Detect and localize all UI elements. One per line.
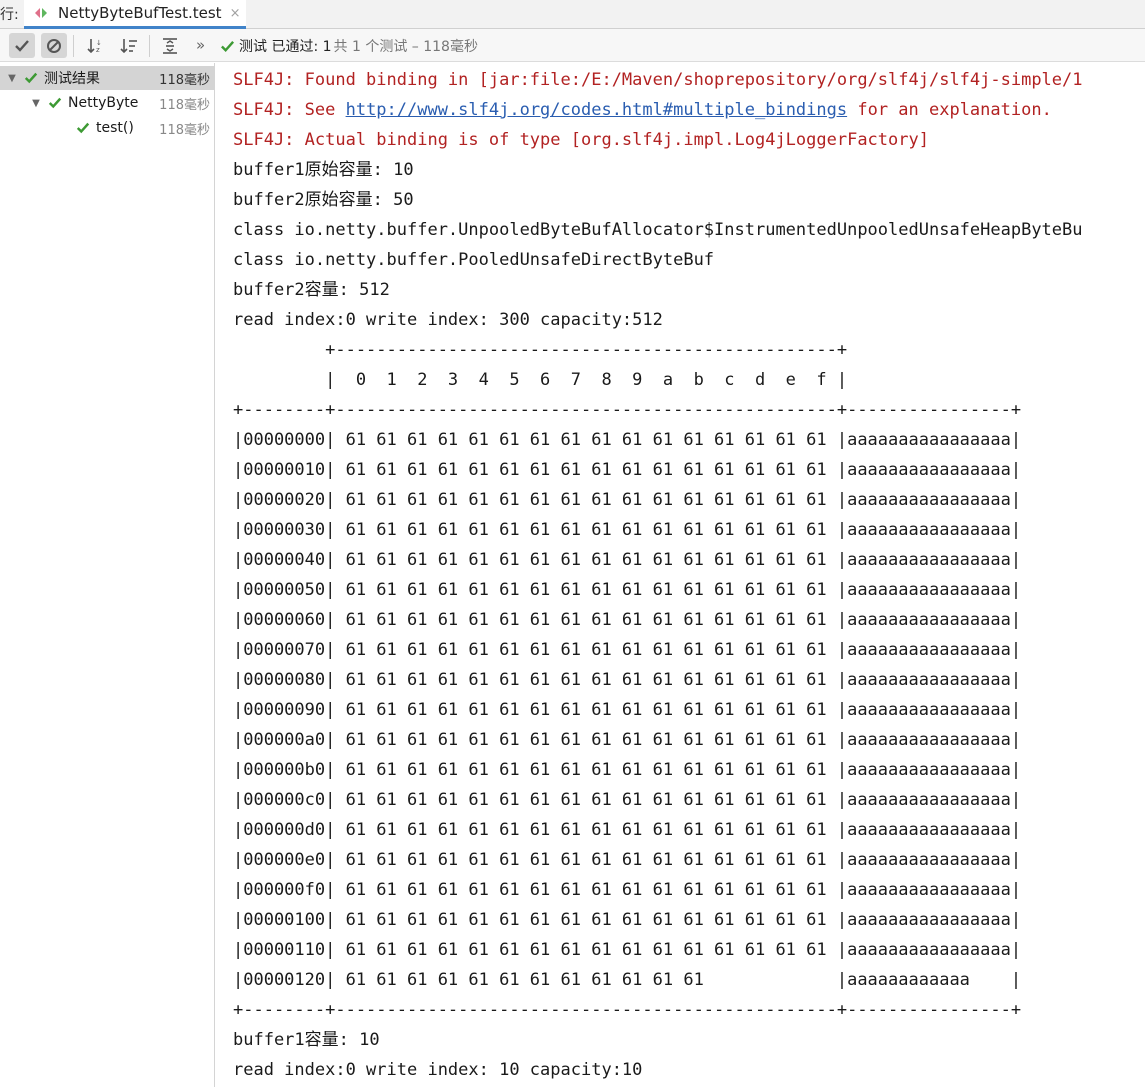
slf4j-bindings-link[interactable]: http://www.slf4j.org/codes.html#multiple… (346, 100, 848, 120)
tab-netty-bytebuf-test[interactable]: NettyByteBufTest.test × (24, 0, 246, 29)
console-line: buffer2原始容量: 50 (233, 190, 414, 210)
tree-item-duration: 118毫秒 (159, 122, 210, 138)
chevron-down-icon[interactable]: ▼ (6, 73, 18, 84)
console-line: |000000a0| 61 61 61 61 61 61 61 61 61 61… (233, 730, 1022, 750)
run-config-icon (34, 6, 48, 20)
passed-icon (24, 71, 40, 85)
sort-duration-icon (120, 38, 137, 53)
console-text: SLF4J: See (233, 100, 346, 120)
console-line-error: SLF4J: Found binding in [jar:file:/E:/Ma… (233, 70, 1083, 90)
console-line: |00000070| 61 61 61 61 61 61 61 61 61 61… (233, 640, 1022, 660)
test-results-tree: ▼ 测试结果 118毫秒 ▼ NettyByte 118毫秒 test() 11… (0, 63, 215, 1087)
toolbar-separator (149, 35, 150, 57)
console-line: |000000b0| 61 61 61 61 61 61 61 61 61 61… (233, 760, 1022, 780)
close-tab-icon[interactable]: × (230, 6, 241, 21)
tree-item-label: test() (96, 120, 134, 136)
console-line: |00000060| 61 61 61 61 61 61 61 61 61 61… (233, 610, 1022, 630)
expand-all-icon (163, 37, 177, 54)
sort-by-duration-button[interactable] (116, 33, 142, 58)
test-status: 测试 已通过: 1 共 1 个测试 – 118毫秒 (220, 36, 478, 56)
tree-item-label: NettyByte (68, 95, 139, 111)
chevron-down-icon[interactable]: ▼ (30, 98, 42, 109)
console-line-error: SLF4J: Actual binding is of type [org.sl… (233, 130, 929, 150)
console-line: |00000080| 61 61 61 61 61 61 61 61 61 61… (233, 670, 1022, 690)
checkmark-icon (15, 39, 29, 52)
console-line: +--------+------------------------------… (233, 400, 1022, 420)
tree-item-test-results[interactable]: ▼ 测试结果 118毫秒 (0, 66, 214, 90)
console-line: |00000120| 61 61 61 61 61 61 61 61 61 61… (233, 970, 1022, 990)
show-ignored-button[interactable] (41, 33, 67, 58)
console-line: | 0 1 2 3 4 5 6 7 8 9 a b c d e f | (233, 370, 848, 390)
console-line: |00000030| 61 61 61 61 61 61 61 61 61 61… (233, 520, 1022, 540)
console-output[interactable]: SLF4J: Found binding in [jar:file:/E:/Ma… (216, 63, 1145, 1087)
console-line: |000000c0| 61 61 61 61 61 61 61 61 61 61… (233, 790, 1022, 810)
tree-item-duration: 118毫秒 (159, 72, 210, 88)
console-line: +--------+------------------------------… (233, 1000, 1022, 1020)
console-line: |00000050| 61 61 61 61 61 61 61 61 61 61… (233, 580, 1022, 600)
console-line: class io.netty.buffer.UnpooledByteBufAll… (233, 220, 1083, 240)
show-passed-button[interactable] (9, 33, 35, 58)
console-line: read index:0 write index: 300 capacity:5… (233, 310, 663, 330)
console-line: buffer2容量: 512 (233, 280, 390, 300)
console-line: |00000010| 61 61 61 61 61 61 61 61 61 61… (233, 460, 1022, 480)
console-line: +---------------------------------------… (233, 340, 848, 360)
editor-tab-bar: 行: NettyByteBufTest.test × (0, 0, 1145, 29)
passed-icon (221, 40, 235, 52)
console-line: buffer1容量: 10 (233, 1030, 380, 1050)
sort-alpha-icon: ↓ z (87, 38, 102, 54)
console-line: |00000110| 61 61 61 61 61 61 61 61 61 61… (233, 940, 1022, 960)
ignored-icon (47, 38, 61, 53)
console-line: |00000090| 61 61 61 61 61 61 61 61 61 61… (233, 700, 1022, 720)
console-line: |000000d0| 61 61 61 61 61 61 61 61 61 61… (233, 820, 1022, 840)
status-detail: 共 1 个测试 – 118毫秒 (333, 39, 478, 55)
console-line: |00000020| 61 61 61 61 61 61 61 61 61 61… (233, 490, 1022, 510)
console-line: buffer1原始容量: 10 (233, 160, 414, 180)
tree-item-test-method[interactable]: test() 118毫秒 (0, 116, 214, 140)
console-line: |00000040| 61 61 61 61 61 61 61 61 61 61… (233, 550, 1022, 570)
passed-icon (76, 121, 92, 135)
sort-alphabetically-button[interactable]: ↓ z (83, 33, 109, 58)
console-line: read index:0 write index: 10 capacity:10 (233, 1060, 643, 1080)
expand-all-button[interactable] (157, 33, 183, 58)
console-line-error: SLF4J: See http://www.slf4j.org/codes.ht… (233, 95, 1052, 125)
tree-item-duration: 118毫秒 (159, 97, 210, 113)
console-line: |000000f0| 61 61 61 61 61 61 61 61 61 61… (233, 880, 1022, 900)
tree-item-test-class[interactable]: ▼ NettyByte 118毫秒 (0, 91, 214, 115)
console-line: |000000e0| 61 61 61 61 61 61 61 61 61 61… (233, 850, 1022, 870)
test-runner-toolbar: ↓ z » 测试 已通过: 1 共 1 个测试 – 118毫秒 (0, 29, 1145, 62)
tree-item-label: 测试结果 (44, 71, 100, 87)
svg-text:z: z (96, 46, 100, 54)
more-actions-icon[interactable]: » (196, 36, 205, 54)
console-line: class io.netty.buffer.PooledUnsafeDirect… (233, 250, 715, 270)
console-text: for an explanation. (847, 100, 1052, 120)
passed-icon (48, 96, 64, 110)
status-summary: 测试 已通过: 1 (239, 39, 332, 55)
console-line: |00000000| 61 61 61 61 61 61 61 61 61 61… (233, 430, 1022, 450)
console-line: |00000100| 61 61 61 61 61 61 61 61 61 61… (233, 910, 1022, 930)
run-label: 行: (0, 7, 19, 23)
tab-title: NettyByteBufTest.test (58, 4, 222, 22)
toolbar-separator (73, 35, 74, 57)
